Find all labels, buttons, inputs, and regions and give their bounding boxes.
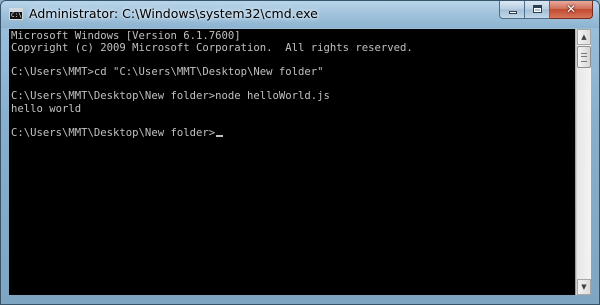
- console-line: C:\Users\MMT>cd "C:\Users\MMT\Desktop\Ne…: [11, 66, 324, 79]
- maximize-button[interactable]: [525, 1, 550, 19]
- arrow-down-icon: ▼: [581, 283, 587, 291]
- console-output[interactable]: Microsoft Windows [Version 6.1.7600] Cop…: [9, 29, 575, 295]
- grip-icon: [581, 53, 587, 62]
- console-line: hello world: [11, 102, 82, 115]
- text-cursor: [216, 134, 224, 137]
- cmd-app-icon[interactable]: C:\: [9, 8, 23, 20]
- arrow-up-icon: ▲: [581, 33, 587, 41]
- minimize-button[interactable]: [499, 1, 525, 19]
- console-line: Copyright (c) 2009 Microsoft Corporation…: [11, 42, 413, 55]
- window-title: Administrator: C:\Windows\system32\cmd.e…: [29, 6, 318, 21]
- cmd-window: C:\ Administrator: C:\Windows\system32\c…: [0, 0, 600, 305]
- scroll-up-button[interactable]: ▲: [577, 29, 591, 45]
- maximize-icon: [533, 5, 542, 13]
- console-line: Microsoft Windows [Version 6.1.7600]: [11, 30, 241, 42]
- console-prompt-line: C:\Users\MMT\Desktop\New folder>: [11, 126, 216, 139]
- scroll-thumb[interactable]: [577, 46, 591, 68]
- minimize-icon: [509, 11, 517, 14]
- scroll-down-button[interactable]: ▼: [577, 279, 591, 295]
- console-line: C:\Users\MMT\Desktop\New folder>node hel…: [11, 90, 330, 103]
- window-controls: ✕: [499, 1, 593, 20]
- title-bar[interactable]: C:\ Administrator: C:\Windows\system32\c…: [1, 1, 599, 28]
- close-button[interactable]: ✕: [550, 1, 593, 19]
- console-text: Microsoft Windows [Version 6.1.7600] Cop…: [9, 29, 575, 140]
- cmd-app-icon-label: C:\: [11, 12, 22, 19]
- close-icon: ✕: [565, 2, 577, 16]
- vertical-scrollbar[interactable]: ▲ ▼: [576, 29, 591, 295]
